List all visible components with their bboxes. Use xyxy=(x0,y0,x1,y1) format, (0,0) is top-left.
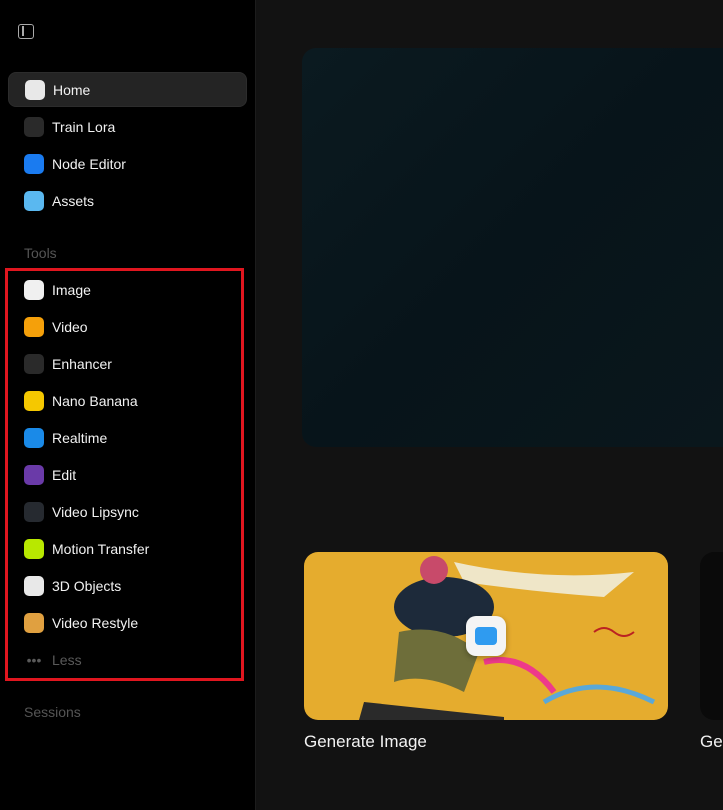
home-icon xyxy=(25,79,45,100)
sidebar-item-label: Nano Banana xyxy=(52,392,138,409)
sidebar-toggle-icon[interactable] xyxy=(18,24,34,39)
sidebar-item-enhancer[interactable]: Enhancer xyxy=(8,346,247,381)
image-icon xyxy=(24,279,44,300)
sidebar-item-label: Image xyxy=(52,281,91,298)
sidebar-item-nano-banana[interactable]: Nano Banana xyxy=(8,383,247,418)
generate-image-card[interactable] xyxy=(304,552,668,720)
sidebar-item-node-editor[interactable]: Node Editor xyxy=(8,146,247,181)
video-camera-icon xyxy=(24,316,44,337)
cube-icon xyxy=(24,575,44,596)
sidebar-item-label: Edit xyxy=(52,466,77,483)
person-icon xyxy=(24,538,44,559)
sidebar-item-video[interactable]: Video xyxy=(8,309,247,344)
sidebar-item-motion-transfer[interactable]: Motion Transfer xyxy=(8,531,247,566)
sidebar-item-label: Video Lipsync xyxy=(52,503,139,520)
pen-icon xyxy=(24,427,44,448)
sidebar-item-video-restyle[interactable]: Video Restyle xyxy=(8,605,247,640)
second-tool-card[interactable] xyxy=(700,552,723,720)
node-icon xyxy=(24,153,44,174)
sidebar-item-realtime[interactable]: Realtime xyxy=(8,420,247,455)
less-label: Less xyxy=(52,651,82,668)
more-dots-icon: ••• xyxy=(26,651,42,668)
hero-banner[interactable] xyxy=(302,48,723,447)
less-button[interactable]: ••• Less xyxy=(8,642,247,677)
card-label: Generate Image xyxy=(304,732,427,751)
color-wheel-icon xyxy=(24,116,44,137)
sessions-heading: Sessions xyxy=(24,704,81,720)
sidebar-item-label: Assets xyxy=(52,192,95,209)
sidebar-item-label: Home xyxy=(53,81,91,98)
card-label: Ge xyxy=(700,732,723,751)
sidebar-item-video-lipsync[interactable]: Video Lipsync xyxy=(8,494,247,529)
tools-heading: Tools xyxy=(24,245,57,261)
sidebar-item-label: Enhancer xyxy=(52,355,112,372)
sidebar-item-edit[interactable]: Edit xyxy=(8,457,247,492)
sidebar-item-label: Video Restyle xyxy=(52,614,139,631)
sidebar-item-label: Train Lora xyxy=(52,118,116,135)
sidebar-item-label: Realtime xyxy=(52,429,108,446)
sidebar: Home Train Lora Node Editor Assets Tools Im… xyxy=(0,0,256,810)
folder-icon xyxy=(24,190,44,211)
image-badge-icon xyxy=(466,616,506,656)
sidebar-item-home[interactable]: Home xyxy=(8,72,247,107)
film-icon xyxy=(24,612,44,633)
sidebar-item-label: Motion Transfer xyxy=(52,540,150,557)
banana-icon xyxy=(24,390,44,411)
sidebar-item-train-lora[interactable]: Train Lora xyxy=(8,109,247,144)
sidebar-item-image[interactable]: Image xyxy=(8,272,247,307)
magic-wand-icon xyxy=(24,353,44,374)
sidebar-item-label: Video xyxy=(52,318,88,335)
microphone-icon xyxy=(24,501,44,522)
compass-icon xyxy=(24,464,44,485)
sidebar-item-3d-objects[interactable]: 3D Objects xyxy=(8,568,247,603)
sidebar-item-assets[interactable]: Assets xyxy=(8,183,247,218)
sidebar-item-label: 3D Objects xyxy=(52,577,122,594)
sidebar-item-label: Node Editor xyxy=(52,155,126,172)
